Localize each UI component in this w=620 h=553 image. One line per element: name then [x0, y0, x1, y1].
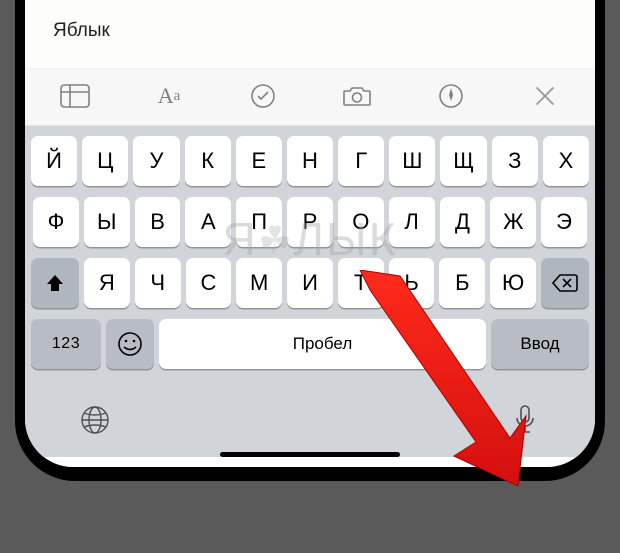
- keyboard-row-3: Я Ч С М И Т Ь Б Ю: [31, 258, 589, 308]
- key-letter[interactable]: З: [492, 136, 538, 186]
- key-letter[interactable]: Ш: [389, 136, 435, 186]
- key-letter[interactable]: С: [186, 258, 232, 308]
- checkmark-circle-icon[interactable]: [243, 79, 283, 113]
- markup-icon[interactable]: [431, 79, 471, 113]
- key-letter[interactable]: Г: [338, 136, 384, 186]
- key-letter[interactable]: Д: [440, 197, 486, 247]
- globe-icon[interactable]: [77, 402, 113, 438]
- keyboard-row-bottom: 123 Пробел Ввод: [31, 319, 589, 369]
- screen: Яблык Aa: [25, 0, 595, 467]
- table-icon[interactable]: [55, 79, 95, 113]
- numbers-key[interactable]: 123: [31, 319, 101, 369]
- key-letter[interactable]: Н: [287, 136, 333, 186]
- emoji-key[interactable]: [106, 319, 154, 369]
- key-letter[interactable]: Б: [439, 258, 485, 308]
- key-letter[interactable]: Л: [389, 197, 435, 247]
- key-letter[interactable]: Ч: [135, 258, 181, 308]
- key-letter[interactable]: Ю: [490, 258, 536, 308]
- camera-icon[interactable]: [337, 79, 377, 113]
- dictation-mic-icon[interactable]: [507, 402, 543, 438]
- key-letter[interactable]: Э: [541, 197, 587, 247]
- key-letter[interactable]: Ф: [33, 197, 79, 247]
- home-indicator[interactable]: [220, 452, 400, 457]
- key-letter[interactable]: Ж: [490, 197, 536, 247]
- key-letter[interactable]: Щ: [440, 136, 486, 186]
- key-letter[interactable]: К: [185, 136, 231, 186]
- key-letter[interactable]: У: [133, 136, 179, 186]
- key-letter[interactable]: Ц: [82, 136, 128, 186]
- key-letter[interactable]: М: [236, 258, 282, 308]
- key-letter[interactable]: А: [185, 197, 231, 247]
- key-letter[interactable]: Р: [287, 197, 333, 247]
- key-letter[interactable]: И: [287, 258, 333, 308]
- space-key[interactable]: Пробел: [159, 319, 486, 369]
- backspace-key[interactable]: [541, 258, 589, 308]
- phone-frame: Яблык Aa: [15, 0, 605, 481]
- key-letter[interactable]: П: [236, 197, 282, 247]
- note-content: Яблык: [53, 20, 110, 41]
- keyboard-row-1: Й Ц У К Е Н Г Ш Щ З Х: [31, 136, 589, 186]
- close-icon[interactable]: [525, 79, 565, 113]
- note-text-area[interactable]: Яблык: [25, 0, 595, 69]
- keyboard-bottom-bar: [31, 380, 589, 446]
- textformat-icon[interactable]: Aa: [149, 79, 189, 113]
- keyboard: Й Ц У К Е Н Г Ш Щ З Х Ф Ы В А П Р О Л: [25, 126, 595, 457]
- key-letter[interactable]: Я: [84, 258, 130, 308]
- key-letter[interactable]: В: [135, 197, 181, 247]
- notes-toolbar: Aa: [25, 69, 595, 126]
- key-letter[interactable]: Ь: [389, 258, 435, 308]
- key-letter[interactable]: Й: [31, 136, 77, 186]
- key-letter[interactable]: Т: [338, 258, 384, 308]
- key-letter[interactable]: Ы: [84, 197, 130, 247]
- return-key[interactable]: Ввод: [491, 319, 589, 369]
- key-letter[interactable]: Е: [236, 136, 282, 186]
- keyboard-row-2: Ф Ы В А П Р О Л Д Ж Э: [31, 197, 589, 247]
- key-letter[interactable]: Х: [543, 136, 589, 186]
- key-letter[interactable]: О: [338, 197, 384, 247]
- shift-key[interactable]: [31, 258, 79, 308]
